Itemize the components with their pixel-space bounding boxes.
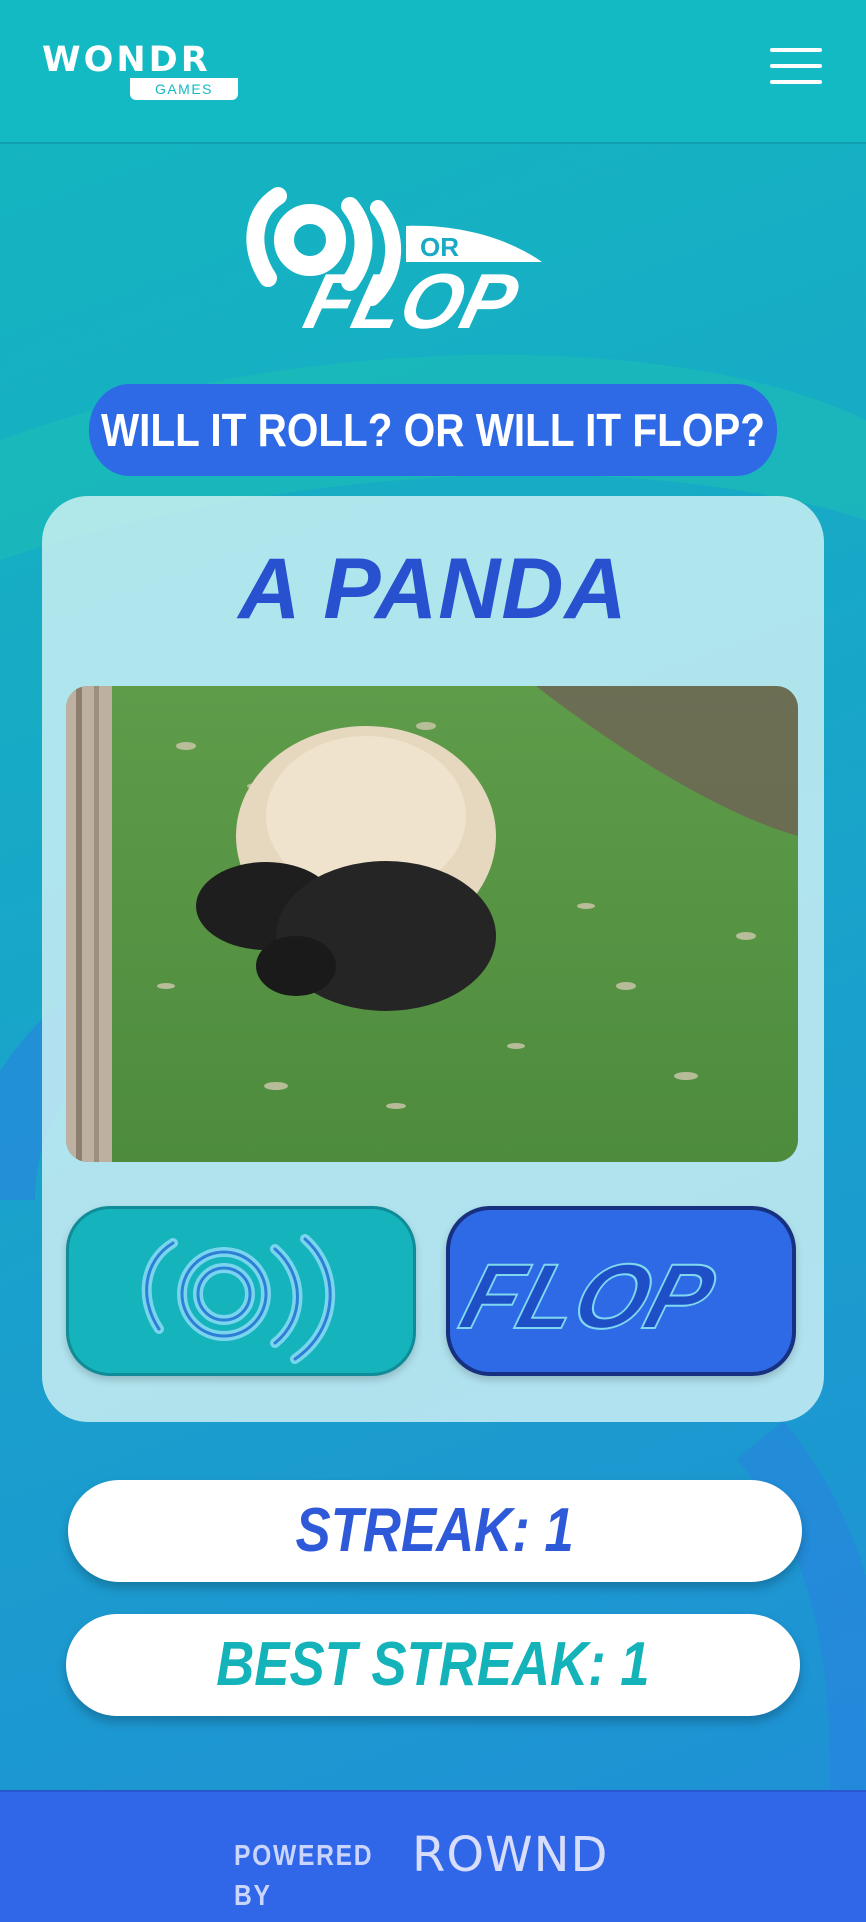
streak-display: STREAK: 1: [68, 1480, 802, 1582]
powered-by-label: POWERED BY: [234, 1840, 374, 1912]
footer: POWERED BY ROWND: [0, 1790, 866, 1922]
hamburger-menu-icon[interactable]: [770, 48, 822, 94]
best-streak-display: BEST STREAK: 1: [66, 1614, 800, 1716]
logo-flop-text: FLOP: [296, 257, 526, 344]
app-header: WONDR GAMES: [0, 0, 866, 144]
best-streak-text: BEST STREAK: 1: [216, 1630, 650, 1699]
rownd-logo[interactable]: ROWND: [412, 1824, 638, 1886]
roll-icon: [141, 1234, 336, 1364]
wondr-games-logo[interactable]: WONDR GAMES: [42, 40, 242, 102]
tagline-banner: WILL IT ROLL? OR WILL IT FLOP?: [88, 384, 778, 476]
brand-sub: GAMES: [130, 78, 238, 100]
item-image: [66, 686, 798, 1162]
streak-text: STREAK: 1: [295, 1496, 575, 1565]
roll-or-flop-logo: OR FLOP: [246, 187, 542, 344]
question-card: A PANDA FLOP: [42, 496, 824, 1422]
flop-icon: FLOP: [450, 1244, 727, 1349]
roll-button[interactable]: [66, 1206, 416, 1376]
flop-button-text: FLOP: [451, 1245, 726, 1348]
brand-name: WONDR: [42, 40, 211, 80]
flop-button[interactable]: FLOP: [446, 1206, 796, 1376]
item-title: A PANDA: [238, 541, 628, 637]
